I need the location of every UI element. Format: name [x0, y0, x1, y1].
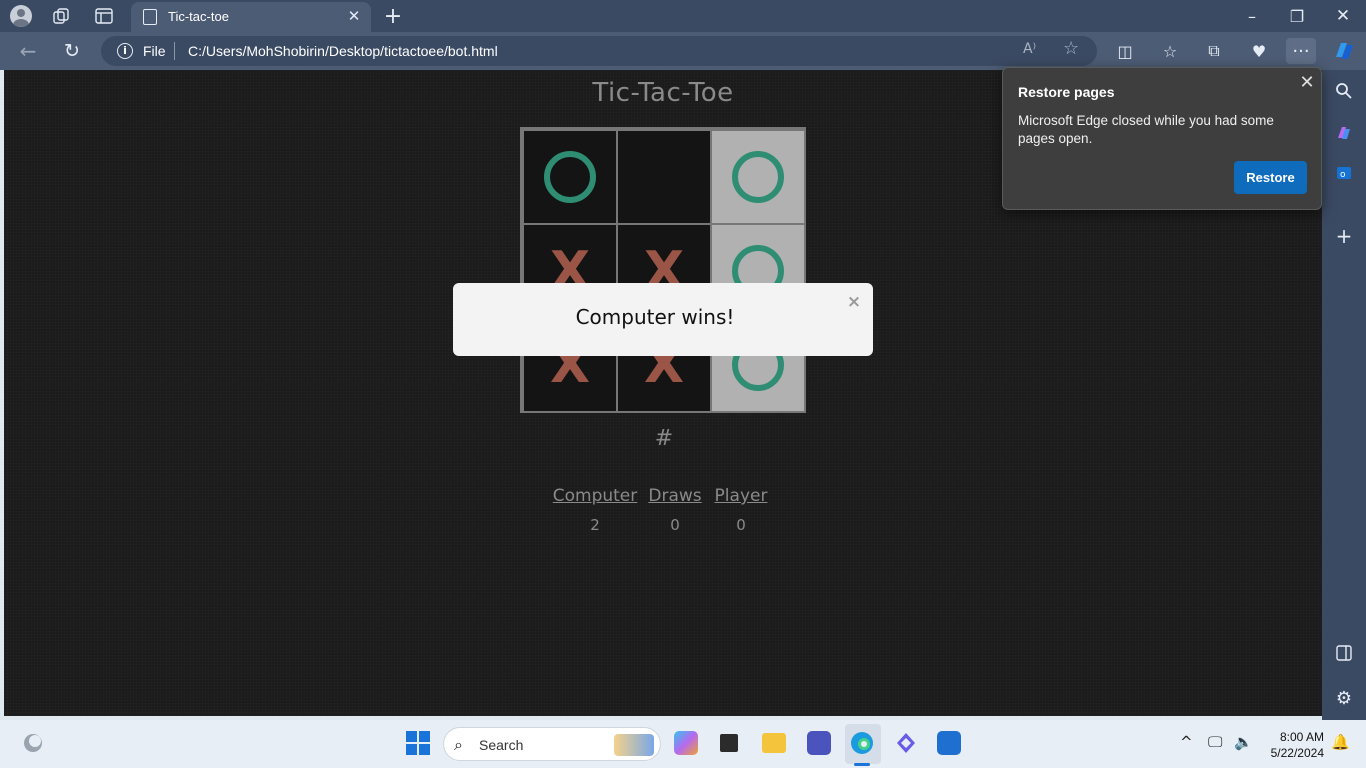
- board-cell[interactable]: [524, 131, 616, 223]
- search-icon: ⌕: [454, 735, 463, 754]
- volume-icon[interactable]: 🔈: [1234, 733, 1253, 751]
- score-player: Player 0: [713, 486, 769, 534]
- active-app-indicator: [854, 763, 870, 766]
- taskbar-search[interactable]: ⌕ Search: [443, 727, 661, 761]
- file-explorer-icon[interactable]: [759, 727, 789, 759]
- profile-button[interactable]: [8, 4, 34, 28]
- restore-pages-popup: Restore pages Microsoft Edge closed whil…: [1002, 67, 1322, 210]
- score-label: Computer: [552, 486, 638, 506]
- address-scheme: File: [143, 43, 166, 59]
- board-cell[interactable]: [712, 131, 804, 223]
- edge-taskbar-icon[interactable]: [847, 727, 877, 759]
- close-tab-icon[interactable]: ✕: [345, 7, 363, 25]
- outlook-icon[interactable]: o: [1331, 160, 1357, 186]
- search-label: Search: [479, 737, 524, 753]
- minimize-button[interactable]: –: [1240, 4, 1264, 28]
- start-button[interactable]: [403, 727, 433, 759]
- score-value: 0: [670, 516, 680, 534]
- tab-tic-tac-toe[interactable]: Tic-tac-toe ✕: [131, 2, 371, 32]
- tab-title: Tic-tac-toe: [168, 9, 229, 24]
- result-message: Computer wins!: [575, 305, 735, 329]
- reset-game-icon[interactable]: #: [649, 426, 679, 452]
- favorites-button[interactable]: ☆: [1157, 38, 1183, 64]
- page-icon: [143, 9, 157, 25]
- copilot-app-icon[interactable]: [891, 727, 921, 759]
- copilot-button[interactable]: [1330, 37, 1358, 65]
- score-draws: Draws 0: [645, 486, 705, 534]
- score-computer: Computer 2: [552, 486, 638, 534]
- clock-time: 8:00 AM: [1279, 730, 1324, 744]
- new-tab-button[interactable]: +: [381, 4, 405, 29]
- restore-title: Restore pages: [1018, 84, 1115, 100]
- hide-sidebar-icon[interactable]: [1331, 640, 1357, 666]
- show-hidden-icons[interactable]: ^: [1180, 733, 1193, 751]
- settings-more-button[interactable]: ···: [1286, 38, 1316, 64]
- collections-button[interactable]: ⧉: [1201, 38, 1227, 64]
- search-icon[interactable]: [1331, 78, 1357, 104]
- add-favorite-icon[interactable]: ☆: [1063, 38, 1079, 59]
- maximize-button[interactable]: ❐: [1285, 4, 1309, 28]
- board-cell[interactable]: [618, 131, 710, 223]
- workspaces-button[interactable]: [50, 6, 72, 26]
- browser-essentials-button[interactable]: ♥: [1246, 38, 1272, 64]
- o-mark-icon: [544, 151, 596, 203]
- close-popup-icon[interactable]: ✕: [1298, 72, 1316, 93]
- back-button[interactable]: ←: [16, 37, 40, 65]
- split-screen-button[interactable]: ◫: [1112, 38, 1138, 64]
- address-url[interactable]: C:/Users/MohShobirin/Desktop/tictactoee/…: [188, 43, 498, 59]
- copilot-taskbar-icon[interactable]: [671, 727, 701, 759]
- game-board: XXXX: [520, 127, 806, 413]
- tab-actions-button[interactable]: [93, 6, 115, 26]
- score-label: Draws: [648, 486, 702, 506]
- o-mark-icon: [732, 151, 784, 203]
- restore-message: Microsoft Edge closed while you had some…: [1018, 113, 1274, 146]
- reload-button[interactable]: ↻: [60, 37, 84, 65]
- teams-icon[interactable]: [804, 727, 834, 759]
- restore-button[interactable]: Restore: [1234, 161, 1307, 194]
- weather-widget-icon[interactable]: [18, 727, 48, 759]
- score-label: Player: [714, 486, 768, 506]
- store-icon[interactable]: [934, 727, 964, 759]
- tab-actions-icon: [95, 8, 113, 24]
- search-highlight-icon: [614, 734, 654, 756]
- workspaces-icon: [53, 8, 69, 24]
- clock-date: 5/22/2024: [1270, 746, 1324, 760]
- copilot-icon: [1336, 43, 1353, 59]
- svg-text:o: o: [1340, 170, 1346, 180]
- info-icon[interactable]: i: [117, 43, 133, 59]
- network-icon[interactable]: 🖵: [1208, 733, 1222, 751]
- game-title: Tic-Tac-Toe: [592, 78, 734, 108]
- copilot-sidebar-icon[interactable]: [1331, 120, 1357, 146]
- task-view-icon[interactable]: [714, 727, 744, 759]
- score-value: 0: [736, 516, 746, 534]
- taskbar-clock[interactable]: 8:00 AM 5/22/2024: [1262, 729, 1324, 761]
- add-sidebar-app-icon[interactable]: +: [1331, 223, 1357, 249]
- close-modal-icon[interactable]: ×: [846, 294, 862, 311]
- score-value: 2: [590, 516, 600, 534]
- windows-logo-icon: [406, 731, 430, 755]
- close-window-button[interactable]: ✕: [1331, 4, 1355, 28]
- address-bar[interactable]: i File C:/Users/MohShobirin/Desktop/tict…: [101, 36, 1097, 66]
- address-separator: [174, 42, 175, 60]
- notifications-icon[interactable]: 🔔: [1331, 733, 1350, 751]
- profile-icon: [10, 5, 32, 27]
- sidebar-settings-icon[interactable]: ⚙: [1331, 685, 1357, 711]
- read-aloud-icon[interactable]: A⁾: [1023, 41, 1036, 57]
- result-modal: Computer wins! ×: [453, 283, 873, 356]
